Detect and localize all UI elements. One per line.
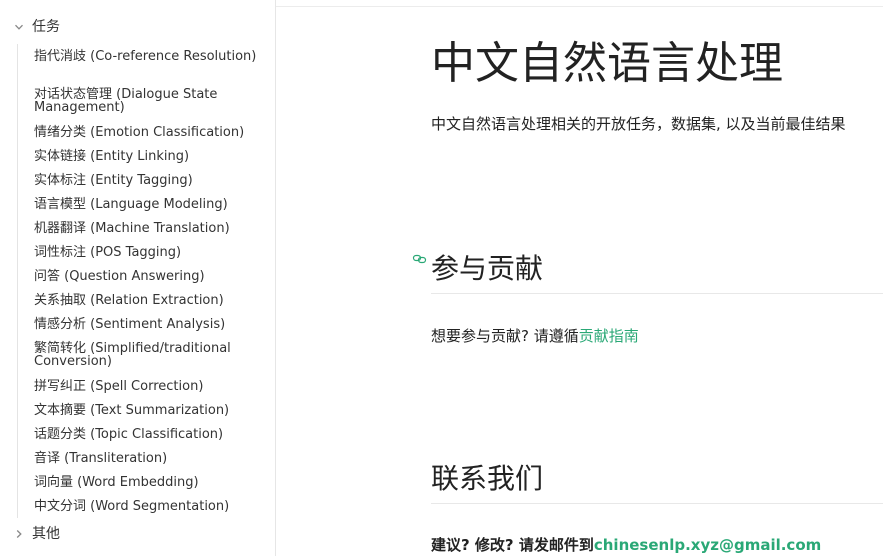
sidebar-item-summarization[interactable]: 文本摘要 (Text Summarization) (34, 404, 259, 417)
sidebar-item-spell-correction[interactable]: 拼写纠正 (Spell Correction) (34, 380, 259, 393)
main-content: 中文自然语言处理 中文自然语言处理相关的开放任务，数据集, 以及当前最佳结果 参… (276, 7, 883, 556)
sidebar-item-dialogue-state[interactable]: 对话状态管理 (Dialogue State Management) (34, 88, 259, 114)
sidebar-item-simplified-traditional[interactable]: 繁简转化 (Simplified/traditional Conversion) (34, 342, 259, 368)
contact-divider (431, 503, 883, 504)
contribute-divider (431, 293, 883, 294)
link-anchor-icon[interactable] (412, 251, 428, 267)
sidebar-item-pos-tagging[interactable]: 词性标注 (POS Tagging) (34, 246, 259, 259)
sidebar-group-other[interactable]: 其他 (0, 523, 60, 545)
top-divider (276, 0, 883, 7)
sidebar-group-tasks[interactable]: 任务 (0, 16, 60, 38)
sidebar-item-word-embedding[interactable]: 词向量 (Word Embedding) (34, 476, 259, 489)
contact-heading: 联系我们 (431, 462, 544, 495)
sidebar-group-label: 任务 (32, 19, 60, 35)
sidebar-item-language-model[interactable]: 语言模型 (Language Modeling) (34, 198, 259, 211)
sidebar-item-word-segmentation[interactable]: 中文分词 (Word Segmentation) (34, 500, 259, 513)
contribute-heading: 参与贡献 (431, 252, 544, 285)
sidebar-item-coreference[interactable]: 指代消歧 (Co-reference Resolution) (34, 50, 259, 63)
sidebar-item-entity-tagging[interactable]: 实体标注 (Entity Tagging) (34, 174, 259, 187)
sidebar-group-label: 其他 (32, 526, 60, 542)
sidebar-item-machine-translation[interactable]: 机器翻译 (Machine Translation) (34, 222, 259, 235)
sidebar-item-question-answering[interactable]: 问答 (Question Answering) (34, 270, 259, 283)
sidebar-item-sentiment[interactable]: 情感分析 (Sentiment Analysis) (34, 318, 259, 331)
sidebar-item-topic-classification[interactable]: 话题分类 (Topic Classification) (34, 428, 259, 441)
contribute-text: 想要参与贡献? 请遵循贡献指南 (431, 325, 639, 346)
contact-email-link[interactable]: chinesenlp.xyz@gmail.com (594, 536, 821, 554)
contact-prompt: 建议? 修改? 请发邮件到 (431, 536, 594, 554)
sidebar: 任务 指代消歧 (Co-reference Resolution) 对话状态管理… (0, 0, 276, 556)
chevron-down-icon (10, 16, 28, 38)
chevron-right-icon (10, 523, 28, 545)
page-description: 中文自然语言处理相关的开放任务，数据集, 以及当前最佳结果 (431, 115, 846, 133)
sidebar-item-entity-linking[interactable]: 实体链接 (Entity Linking) (34, 150, 259, 163)
contact-text: 建议? 修改? 请发邮件到chinesenlp.xyz@gmail.com (431, 534, 821, 555)
sidebar-item-emotion[interactable]: 情绪分类 (Emotion Classification) (34, 126, 259, 139)
sidebar-task-list: 指代消歧 (Co-reference Resolution) 对话状态管理 (D… (17, 44, 268, 518)
page-title: 中文自然语言处理 (431, 38, 783, 89)
contribute-guide-link[interactable]: 贡献指南 (579, 327, 639, 345)
sidebar-item-relation-extraction[interactable]: 关系抽取 (Relation Extraction) (34, 294, 259, 307)
contribute-prompt: 想要参与贡献? 请遵循 (431, 327, 579, 345)
sidebar-item-transliteration[interactable]: 音译 (Transliteration) (34, 452, 259, 465)
